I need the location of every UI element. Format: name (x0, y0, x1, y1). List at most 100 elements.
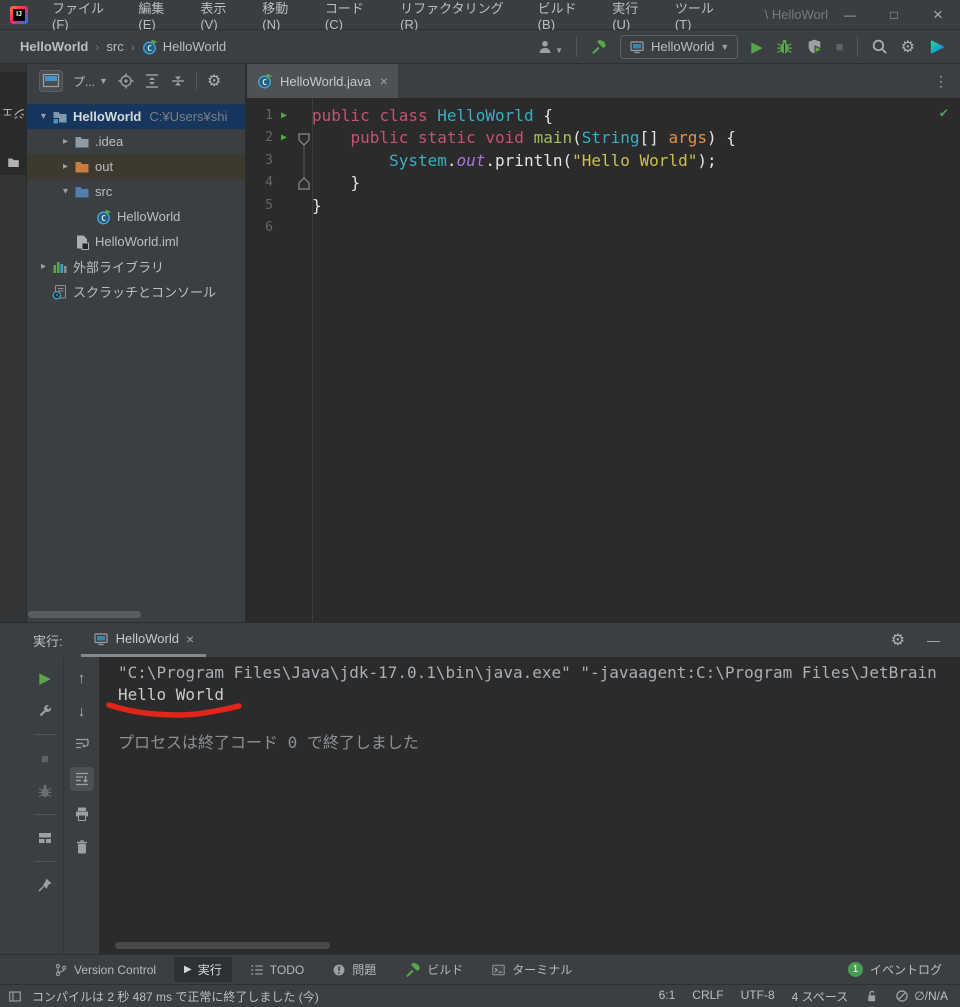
folder-icon (7, 156, 20, 169)
status-widget[interactable]: 4 スペース (792, 988, 849, 1005)
scroll-to-end-button[interactable] (70, 767, 94, 791)
settings-gear-button[interactable]: ⚙ (901, 37, 915, 57)
run-tab-helloworld[interactable]: HelloWorld × (81, 623, 207, 657)
toolwindow-button-label: ターミナル (512, 961, 572, 978)
event-log-badge: 1 (848, 962, 863, 977)
tab-close-icon[interactable]: × (380, 73, 388, 89)
print-button[interactable] (70, 804, 94, 824)
locate-file-button[interactable] (118, 73, 134, 89)
folder-blue-icon (74, 184, 90, 200)
project-view-icon[interactable] (39, 70, 63, 92)
console-line (118, 707, 960, 729)
event-log-button[interactable]: 1 イベントログ (848, 961, 960, 978)
tree-row-.idea[interactable]: ▸.idea (27, 129, 245, 154)
collapse-all-button[interactable] (170, 73, 186, 89)
tree-chevron-icon[interactable]: ▸ (57, 161, 74, 172)
expand-all-button[interactable] (144, 73, 160, 89)
code-line-4: 4 } (247, 172, 960, 195)
inspections-ok-check-icon[interactable]: ✔ (940, 105, 948, 121)
status-message: コンパイルは 2 秒 487 ms で正常に終了しました (今) (32, 988, 319, 1005)
stop-process-button[interactable]: ■ (33, 748, 57, 768)
tree-row-HelloWorld.iml[interactable]: HelloWorld.iml (27, 229, 245, 254)
tab-close-icon[interactable]: × (186, 631, 194, 647)
breadcrumb: HelloWorld › src › C HelloWorld (0, 39, 226, 55)
run-button[interactable]: ▶ (751, 38, 763, 56)
tree-chevron-icon[interactable]: ▾ (35, 111, 52, 122)
tree-row-HelloWorld[interactable]: CHelloWorld (27, 204, 245, 229)
project-view-dropdown[interactable]: プ...▼ (73, 73, 108, 90)
toolbox-logo-icon[interactable] (928, 38, 946, 56)
main-toolbar: HelloWorld › src › C HelloWorld ▼ HelloW… (0, 30, 960, 64)
maximize-button[interactable]: □ (872, 0, 916, 30)
soft-wrap-button[interactable] (70, 734, 94, 754)
toolwindow-button-label: 実行 (198, 961, 222, 978)
toolwindow-button-実行[interactable]: ▶実行 (174, 957, 232, 982)
user-account-button[interactable]: ▼ (537, 39, 563, 55)
project-horizontal-scrollbar[interactable] (28, 611, 141, 618)
tree-row-スクラッチとコンソール[interactable]: スクラッチとコンソール (27, 279, 245, 304)
prev-occurrence-button[interactable]: ↑ (70, 668, 94, 688)
console-lines: "C:\Program Files\Java\jdk-17.0.1\bin\ja… (118, 663, 960, 751)
coverage-button[interactable] (806, 38, 823, 55)
breadcrumb-project[interactable]: HelloWorld (20, 39, 88, 54)
status-widget[interactable]: CRLF (692, 988, 723, 1005)
highlight-level-widget[interactable]: ∅/N/A (895, 989, 948, 1003)
library-icon (52, 259, 68, 275)
restore-layout-button[interactable] (33, 828, 57, 848)
code-editor[interactable]: 1▶public class HelloWorld {2▶ public sta… (247, 98, 960, 622)
tree-item-label: src (95, 184, 112, 199)
pin-tab-button[interactable] (33, 875, 57, 895)
code-text: } (312, 173, 360, 192)
minimize-button[interactable]: — (828, 0, 872, 30)
tab-options-menu-icon[interactable]: ⋮ (934, 73, 960, 90)
toolwindow-button-ターミナル[interactable]: ターミナル (481, 957, 582, 982)
run-line-icon[interactable]: ▶ (273, 110, 295, 121)
next-occurrence-button[interactable]: ↓ (70, 701, 94, 721)
toolwindow-toggle-icon[interactable] (8, 990, 22, 1003)
run-console-output[interactable]: "C:\Program Files\Java\jdk-17.0.1\bin\ja… (100, 657, 960, 954)
toolwindow-button-問題[interactable]: 問題 (322, 957, 386, 982)
status-widget[interactable]: 6:1 (659, 988, 676, 1005)
tree-chevron-icon[interactable]: ▾ (57, 186, 74, 197)
branch-icon (54, 963, 68, 977)
user-icon (537, 39, 553, 55)
run-left-toolbar: ▶ ■ (27, 657, 64, 954)
restart-debug-button[interactable] (33, 781, 57, 801)
toolwindow-button-ビルド[interactable]: ビルド (394, 957, 473, 982)
breadcrumb-src[interactable]: src (106, 39, 123, 54)
search-everywhere-button[interactable] (871, 38, 888, 55)
run-configuration-select[interactable]: HelloWorld ▼ (620, 35, 738, 59)
tree-row-HelloWorld[interactable]: ▾HelloWorldC:¥Users¥shi (27, 104, 245, 129)
run-settings-gear-button[interactable]: ⚙ (891, 630, 905, 650)
rerun-button[interactable]: ▶ (33, 668, 57, 688)
tool-window-buttons: Version Control ▶実行 TODO 問題ビルド ターミナル (44, 957, 590, 982)
stop-button[interactable]: ■ (836, 39, 844, 54)
code-line-1: 1▶public class HelloWorld { (247, 104, 960, 127)
lock-icon[interactable] (865, 989, 878, 1003)
tree-row-外部ライブラリ[interactable]: ▸ 外部ライブラリ (27, 254, 245, 279)
run-panel-title: 実行: (33, 631, 63, 650)
build-hammer-button[interactable] (590, 38, 607, 55)
clear-console-button[interactable] (70, 837, 94, 857)
edit-configuration-wrench-button[interactable] (33, 701, 57, 721)
status-widget[interactable]: UTF-8 (741, 988, 775, 1005)
toolwindow-button-TODO[interactable]: TODO (240, 957, 314, 982)
tree-item-label: 外部ライブラリ (73, 257, 164, 276)
run-line-icon[interactable]: ▶ (273, 132, 295, 143)
stripe-tab-project[interactable]: プロジェクト (0, 72, 27, 175)
code-text: public class HelloWorld { (312, 106, 553, 125)
tree-chevron-icon[interactable]: ▸ (35, 261, 52, 272)
tree-chevron-icon[interactable]: ▸ (57, 136, 74, 147)
debug-bug-button[interactable] (776, 38, 793, 55)
tree-row-src[interactable]: ▾ src (27, 179, 245, 204)
code-line-5: 5} (247, 194, 960, 217)
tree-row-out[interactable]: ▸out (27, 154, 245, 179)
console-line: Hello World (118, 685, 960, 707)
toolwindow-button-Version Control[interactable]: Version Control (44, 957, 166, 982)
console-horizontal-scrollbar[interactable] (115, 942, 330, 949)
editor-tab-helloworld-java[interactable]: C HelloWorld.java × (247, 64, 398, 98)
close-button[interactable]: × (916, 0, 960, 30)
breadcrumb-class[interactable]: C HelloWorld (142, 39, 226, 55)
project-options-gear-button[interactable]: ⚙ (207, 71, 221, 91)
hide-panel-button[interactable]: — (927, 633, 940, 648)
